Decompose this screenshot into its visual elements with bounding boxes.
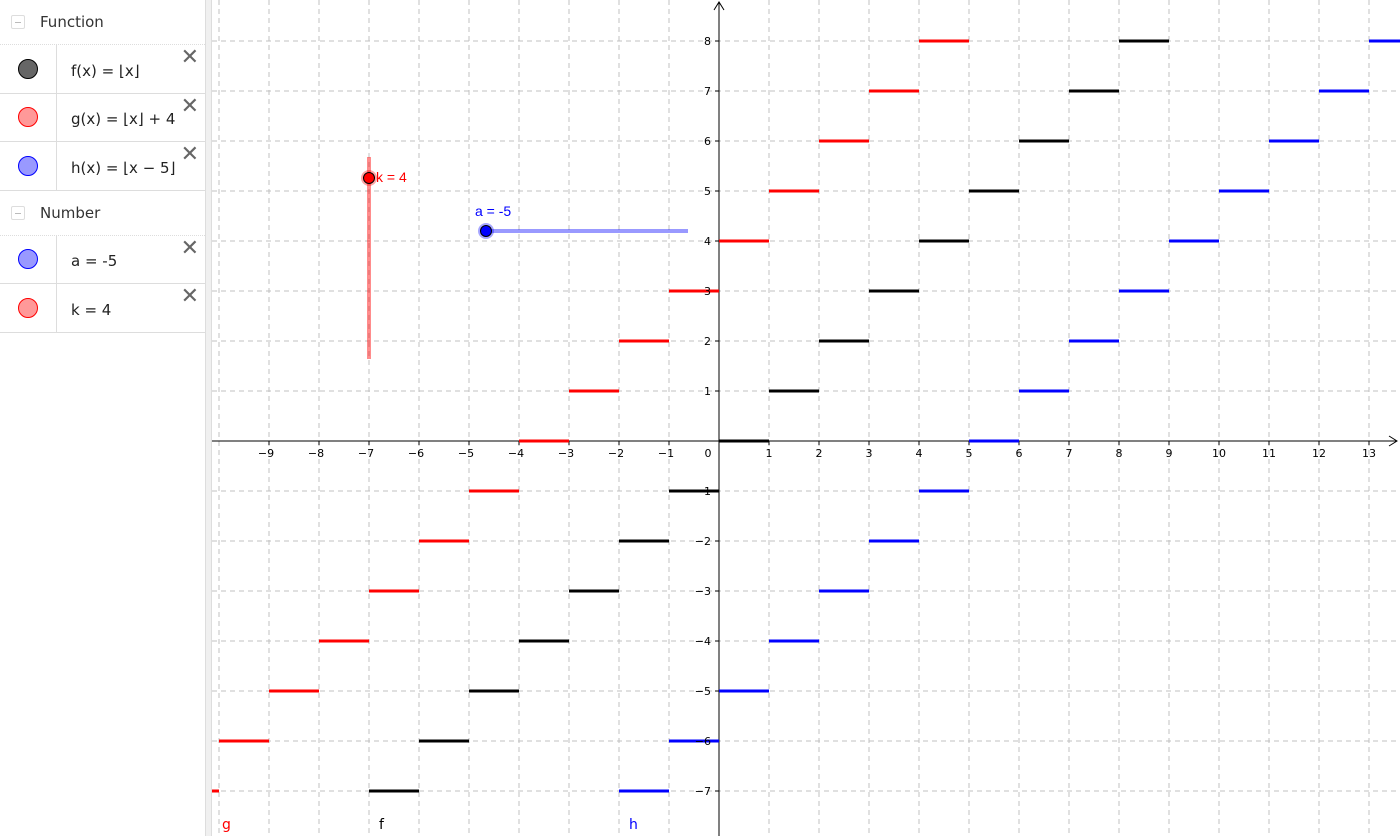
slider-k-label: k = 4	[376, 169, 407, 185]
algebra-item[interactable]: g(x) = ⌊x⌋ + 4 ✕	[0, 93, 205, 142]
y-tick-label: −1	[695, 485, 711, 498]
x-tick-label: 9	[1166, 447, 1173, 460]
x-tick-label: 13	[1362, 447, 1376, 460]
algebra-expression[interactable]: a = -5	[57, 236, 117, 284]
delete-close-icon[interactable]: ✕	[181, 237, 199, 260]
visibility-dot-icon[interactable]	[18, 249, 38, 270]
y-tick-label: 2	[704, 335, 711, 348]
y-tick-label: 7	[704, 85, 711, 98]
group-title: Number	[40, 203, 101, 222]
visibility-toggle[interactable]	[0, 284, 57, 332]
x-tick-label: 8	[1116, 447, 1123, 460]
group-header-number: Number	[0, 191, 205, 236]
y-tick-label: 1	[704, 385, 711, 398]
x-tick-label: 11	[1262, 447, 1276, 460]
visibility-dot-icon[interactable]	[18, 107, 38, 128]
y-tick-label: −5	[695, 685, 711, 698]
y-tick-label: −3	[695, 585, 711, 598]
delete-close-icon[interactable]: ✕	[181, 95, 199, 118]
x-tick-label: −8	[308, 447, 324, 460]
function-label-g: g	[222, 817, 231, 833]
x-tick-label: 2	[816, 447, 823, 460]
visibility-toggle[interactable]	[0, 235, 57, 283]
algebra-expression[interactable]: k = 4	[57, 284, 111, 332]
x-tick-label: −1	[658, 447, 674, 460]
algebra-item[interactable]: k = 4 ✕	[0, 284, 205, 333]
x-tick-label: −3	[558, 447, 574, 460]
x-tick-label: 7	[1066, 447, 1073, 460]
x-tick-label: −5	[458, 447, 474, 460]
visibility-dot-icon[interactable]	[18, 297, 38, 318]
algebra-view: Function f(x) = ⌊x⌋ ✕ g(x) = ⌊x⌋ + 4 ✕ h(x) =…	[0, 0, 205, 836]
slider-a-handle[interactable]	[480, 225, 492, 237]
x-tick-label: −7	[358, 447, 374, 460]
algebra-expression[interactable]: g(x) = ⌊x⌋ + 4	[57, 94, 175, 142]
algebra-item[interactable]: h(x) = ⌊x − 5⌋ ✕	[0, 142, 205, 191]
x-tick-label: 5	[966, 447, 973, 460]
y-tick-label: 6	[704, 135, 711, 148]
x-tick-label: 12	[1312, 447, 1326, 460]
slider-a-label: a = -5	[475, 203, 511, 219]
algebra-expression[interactable]: f(x) = ⌊x⌋	[57, 45, 140, 93]
group-title: Function	[40, 13, 104, 31]
x-tick-label: 1	[766, 447, 773, 460]
visibility-toggle[interactable]	[0, 45, 57, 93]
y-tick-label: 8	[704, 35, 711, 48]
group-header-function: Function	[0, 0, 205, 45]
visibility-dot-icon[interactable]	[18, 155, 38, 176]
x-tick-label: 6	[1016, 447, 1023, 460]
y-tick-label: −2	[695, 535, 711, 548]
y-tick-label: 3	[704, 285, 711, 298]
function-label-f: f	[379, 817, 385, 833]
algebra-item[interactable]: a = -5 ✕	[0, 235, 205, 284]
y-tick-label: 5	[704, 185, 711, 198]
x-tick-label: −2	[608, 447, 624, 460]
x-tick-label: 4	[916, 447, 923, 460]
collapse-toggle[interactable]	[11, 205, 25, 220]
view-splitter[interactable]	[205, 0, 212, 836]
visibility-toggle[interactable]	[0, 93, 57, 141]
y-tick-label: 4	[704, 235, 711, 248]
algebra-expression[interactable]: h(x) = ⌊x − 5⌋	[57, 142, 175, 190]
y-tick-label: −6	[695, 735, 711, 748]
y-tick-label: −7	[695, 785, 711, 798]
visibility-dot-icon[interactable]	[18, 58, 38, 79]
delete-close-icon[interactable]: ✕	[181, 47, 199, 69]
function-label-h: h	[629, 817, 638, 833]
algebra-item[interactable]: f(x) = ⌊x⌋ ✕	[0, 45, 205, 94]
slider-k-handle[interactable]	[363, 172, 375, 184]
x-tick-label: 10	[1212, 447, 1226, 460]
delete-close-icon[interactable]: ✕	[181, 286, 199, 308]
visibility-toggle[interactable]	[0, 142, 57, 190]
x-tick-label: 3	[866, 447, 873, 460]
delete-close-icon[interactable]: ✕	[181, 144, 199, 166]
x-tick-label: −6	[408, 447, 424, 460]
x-tick-label: −4	[508, 447, 524, 460]
x-tick-label: 0	[705, 447, 712, 460]
y-tick-label: −4	[695, 635, 711, 648]
x-tick-label: −9	[258, 447, 274, 460]
collapse-toggle[interactable]	[11, 15, 25, 29]
